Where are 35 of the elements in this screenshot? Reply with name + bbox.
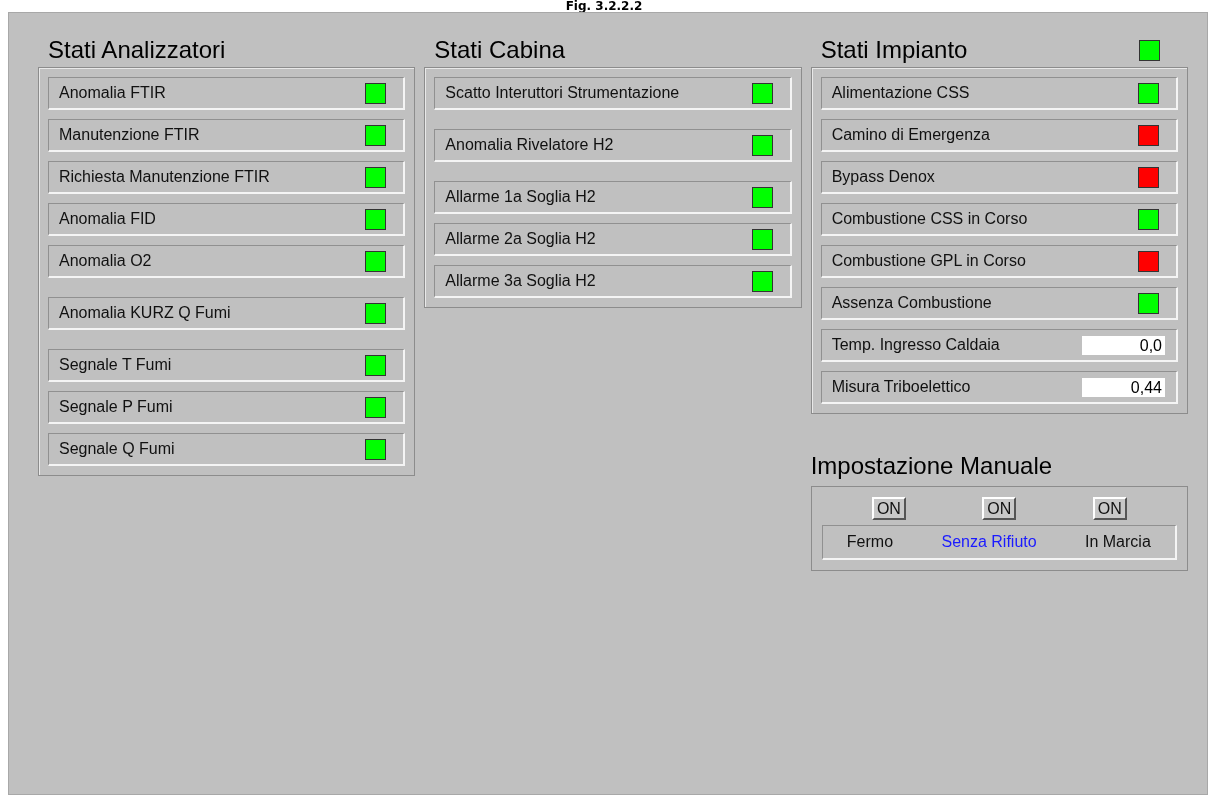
section-title: Impostazione Manuale — [810, 452, 1054, 481]
section-title: Stati Cabina — [434, 36, 566, 64]
mode-label: In Marcia — [1085, 533, 1151, 551]
status-label: Segnale P Fumi — [59, 398, 173, 416]
value-label: Misura Triboelettico — [831, 378, 971, 396]
value-label: Temp. Ingresso Caldaia — [831, 336, 1000, 354]
status-label: Allarme 1a Soglia H2 — [445, 188, 596, 206]
status-label: Alimentazione CSS — [831, 84, 970, 102]
status-label: Assenza Combustione — [831, 294, 992, 312]
status-label: Allarme 2a Soglia H2 — [445, 230, 596, 248]
section-title: Stati Analizzatori — [48, 36, 226, 64]
mode-label: Fermo — [846, 533, 894, 551]
section-title: Stati Impianto — [820, 36, 968, 64]
status-label: Segnale Q Fumi — [59, 440, 175, 458]
status-label: Manutenzione FTIR — [59, 126, 200, 144]
status-label: Combustione GPL in Corso — [831, 252, 1026, 270]
status-label: Anomalia FTIR — [59, 84, 166, 102]
on-button[interactable]: ON — [982, 497, 1017, 520]
status-label: Anomalia O2 — [59, 252, 152, 270]
mode-label: Senza Rifiuto — [941, 533, 1037, 551]
status-label: Camino di Emergenza — [831, 126, 990, 144]
on-button[interactable]: ON — [871, 497, 906, 520]
status-label: Richiesta Manutenzione FTIR — [59, 168, 270, 186]
status-label: Scatto Interuttori Strumentazione — [445, 84, 680, 102]
value-display: 0,0 — [1082, 335, 1165, 355]
status-label: Anomalia KURZ Q Fumi — [59, 304, 231, 322]
status-label: Segnale T Fumi — [59, 356, 172, 374]
figure-caption: Fig. 3.2.2.2 — [565, 0, 643, 12]
status-label: Anomalia Rivelatore H2 — [445, 136, 614, 154]
status-label: Anomalia FID — [59, 210, 156, 228]
on-button[interactable]: ON — [1092, 497, 1127, 520]
status-label: Combustione CSS in Corso — [831, 210, 1028, 228]
value-display: 0,44 — [1082, 377, 1165, 397]
status-label: Allarme 3a Soglia H2 — [445, 272, 596, 290]
status-label: Bypass Denox — [831, 168, 935, 186]
